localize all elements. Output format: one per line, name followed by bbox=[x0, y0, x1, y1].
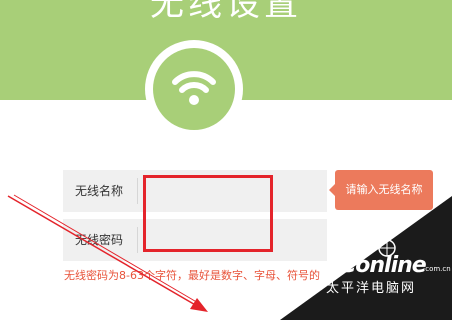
watermark-logo: PConline bbox=[325, 253, 427, 278]
watermark-subtitle: 太平洋电脑网 bbox=[326, 281, 417, 296]
watermark-domain: .com.cn bbox=[423, 265, 451, 273]
